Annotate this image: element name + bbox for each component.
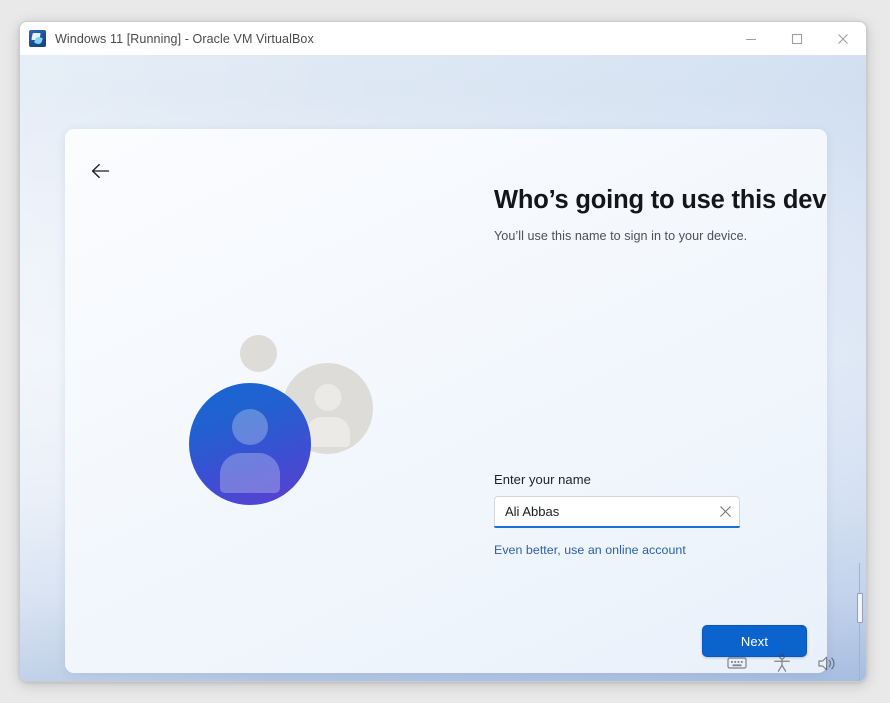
page-subtitle: You’ll use this name to sign in to your … bbox=[494, 229, 748, 244]
volume-icon[interactable] bbox=[816, 652, 838, 674]
illustration-small-dot bbox=[240, 335, 277, 372]
maximize-icon bbox=[791, 33, 803, 44]
keyboard-icon[interactable] bbox=[726, 652, 748, 674]
online-account-link[interactable]: Even better, use an online account bbox=[494, 543, 686, 557]
virtualbox-icon bbox=[29, 30, 46, 47]
desktop-background: Windows 11 [Running] - Oracle VM Virtual… bbox=[0, 0, 890, 703]
edge-scroll-grip[interactable] bbox=[857, 563, 866, 681]
window-controls bbox=[728, 22, 866, 55]
clear-input-button[interactable] bbox=[711, 498, 739, 526]
primary-avatar-body bbox=[220, 453, 280, 493]
maximize-button[interactable] bbox=[774, 22, 820, 55]
name-field-label: Enter your name bbox=[494, 472, 591, 487]
back-arrow-icon bbox=[91, 163, 110, 179]
secondary-avatar-head bbox=[314, 384, 341, 411]
oobe-system-tray bbox=[726, 652, 838, 674]
scroll-thumb[interactable] bbox=[857, 593, 863, 623]
illustration-primary-avatar bbox=[189, 383, 311, 505]
close-icon bbox=[838, 33, 848, 44]
primary-avatar-head bbox=[232, 409, 268, 445]
clear-x-icon bbox=[719, 506, 731, 517]
back-button[interactable] bbox=[85, 156, 119, 186]
name-input[interactable] bbox=[495, 497, 711, 526]
virtualbox-window: Windows 11 [Running] - Oracle VM Virtual… bbox=[19, 21, 867, 682]
page-title: Who’s going to use this device? bbox=[494, 186, 827, 214]
accessibility-icon[interactable] bbox=[771, 652, 793, 674]
name-form-group: Enter your name Even better, use an onli… bbox=[494, 472, 740, 559]
minimize-icon bbox=[746, 38, 756, 40]
vm-guest-screen: Who’s going to use this device? You’ll u… bbox=[20, 55, 866, 681]
secondary-avatar-body bbox=[305, 417, 350, 447]
window-title: Windows 11 [Running] - Oracle VM Virtual… bbox=[55, 31, 314, 46]
window-titlebar[interactable]: Windows 11 [Running] - Oracle VM Virtual… bbox=[20, 22, 866, 55]
user-account-illustration bbox=[179, 327, 397, 527]
oobe-content-column: Who’s going to use this device? You’ll u… bbox=[494, 186, 827, 557]
name-input-container[interactable] bbox=[494, 496, 740, 528]
close-button[interactable] bbox=[820, 22, 866, 55]
minimize-button[interactable] bbox=[728, 22, 774, 55]
oobe-setup-card: Who’s going to use this device? You’ll u… bbox=[65, 129, 827, 673]
